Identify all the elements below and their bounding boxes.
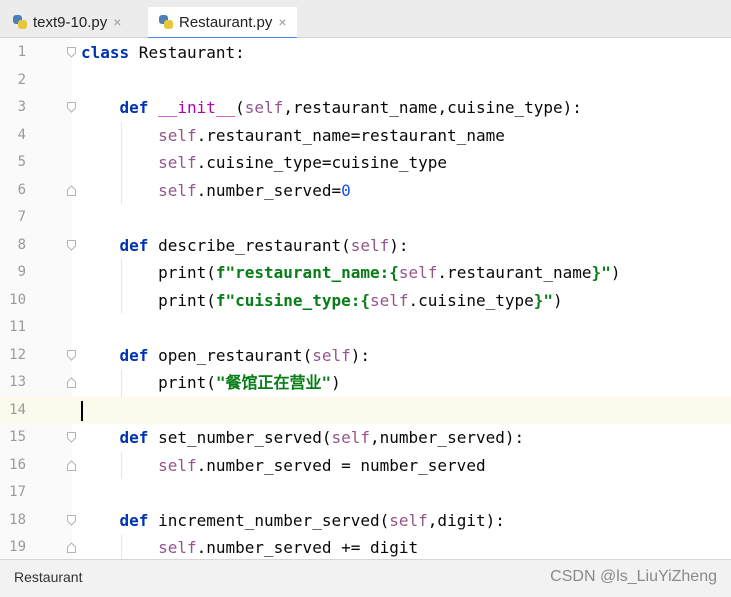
code-text: def describe_restaurant(self): [119, 235, 409, 255]
tab-label: text9-10.py [33, 13, 108, 31]
line-number: 4 [17, 126, 26, 143]
fold-close-icon[interactable] [67, 459, 76, 471]
code-text: self.number_served = number_served [158, 455, 486, 475]
line-number: 8 [17, 236, 26, 253]
line-number: 11 [9, 319, 26, 335]
code-text: def increment_number_served(self,digit): [119, 510, 505, 530]
code-text: def set_number_served(self,number_served… [119, 428, 525, 447]
fold-close-icon[interactable] [67, 542, 76, 553]
line-number: 6 [17, 181, 26, 198]
text-caret [81, 400, 83, 421]
code-line[interactable]: 10 print(f"cuisine_type:{self.cuisine_ty… [0, 287, 731, 315]
line-number: 12 [9, 346, 26, 363]
breadcrumb[interactable]: Restaurant [14, 569, 82, 585]
indent-guide [121, 369, 122, 397]
line-number: 2 [17, 71, 26, 88]
code-line[interactable]: 16 self.number_served = number_served [0, 452, 731, 480]
code-text: print(f"cuisine_type:{self.cuisine_type}… [81, 290, 563, 310]
code-line[interactable]: 8 def describe_restaurant(self): [0, 232, 731, 260]
code-line[interactable]: 2 [0, 67, 731, 95]
code-line[interactable]: 9 print(f"restaurant_name:{self.restaura… [0, 259, 731, 287]
fold-open-icon[interactable] [67, 432, 76, 443]
line-number: 16 [9, 456, 26, 473]
line-number: 18 [9, 511, 26, 528]
indent-guide [121, 451, 122, 479]
code-line[interactable]: 15 def set_number_served(self,number_ser… [0, 424, 731, 452]
code-line[interactable]: 5 self.cuisine_type=cuisine_type [0, 149, 731, 177]
fold-close-icon[interactable] [67, 377, 76, 388]
line-number: 1 [17, 44, 26, 60]
tab-restaurant[interactable]: Restaurant.py × [148, 7, 297, 40]
code-text: self.cuisine_type=cuisine_type [158, 153, 448, 172]
close-icon[interactable]: × [113, 14, 121, 30]
code-line[interactable]: 11 [0, 314, 731, 342]
line-number: 10 [9, 291, 26, 308]
line-number: 5 [17, 154, 26, 170]
line-number: 14 [9, 401, 26, 418]
watermark: CSDN @ls_LiuYiZheng [550, 568, 717, 585]
code-text: print(f"restaurant_name:{self.restaurant… [81, 263, 621, 282]
editor-tab-bar: text9-10.py × Restaurant.py × [0, 0, 731, 40]
code-line[interactable]: 4 self.restaurant_name=restaurant_name [0, 122, 731, 150]
tab-text9-10[interactable]: text9-10.py × [12, 7, 121, 37]
line-number: 17 [9, 484, 26, 500]
code-text: print("餐馆正在营业") [81, 373, 341, 392]
fold-open-icon[interactable] [67, 514, 76, 526]
line-number: 7 [17, 209, 26, 225]
line-number: 19 [9, 539, 26, 555]
code-line[interactable]: 14 [0, 396, 731, 424]
indent-guide [121, 534, 122, 562]
code-line[interactable]: 13 print("餐馆正在营业") [0, 369, 731, 397]
code-text: def __init__(self,restaurant_name,cuisin… [119, 98, 582, 117]
indent-guide [121, 259, 122, 314]
code-text: class Restaurant: [81, 43, 245, 62]
code-line[interactable]: 1 class Restaurant: [0, 39, 731, 67]
code-line[interactable]: 18 def increment_number_served(self,digi… [0, 507, 731, 535]
fold-open-icon[interactable] [67, 47, 76, 58]
python-file-icon [12, 14, 28, 30]
code-line[interactable]: 19 self.number_served += digit [0, 534, 731, 562]
code-text: self.number_served += digit [158, 538, 419, 557]
code-line[interactable]: 3 def __init__(self,restaurant_name,cuis… [0, 94, 731, 122]
line-number: 3 [17, 99, 26, 115]
line-number: 9 [17, 264, 26, 280]
code-editor[interactable]: 1 class Restaurant: 2 3 def __init__(self,r… [0, 38, 731, 562]
code-line[interactable]: 12 def open_restaurant(self): [0, 342, 731, 370]
code-line[interactable]: 6 self.number_served=0 [0, 177, 731, 205]
code-text: def open_restaurant(self): [119, 345, 370, 365]
tab-label: Restaurant.py [179, 13, 273, 31]
code-line[interactable]: 7 [0, 204, 731, 232]
fold-open-icon[interactable] [67, 102, 76, 113]
close-icon[interactable]: × [278, 14, 286, 30]
python-file-icon [158, 14, 174, 30]
line-number: 13 [9, 374, 26, 390]
line-number: 15 [9, 429, 26, 445]
fold-open-icon[interactable] [67, 349, 76, 361]
indent-guide [121, 121, 122, 204]
fold-open-icon[interactable] [67, 239, 76, 251]
fold-close-icon[interactable] [67, 184, 76, 196]
status-bar: Restaurant CSDN @ls_LiuYiZheng [0, 559, 731, 597]
code-line[interactable]: 17 [0, 479, 731, 507]
code-text: self.restaurant_name=restaurant_name [158, 125, 505, 145]
